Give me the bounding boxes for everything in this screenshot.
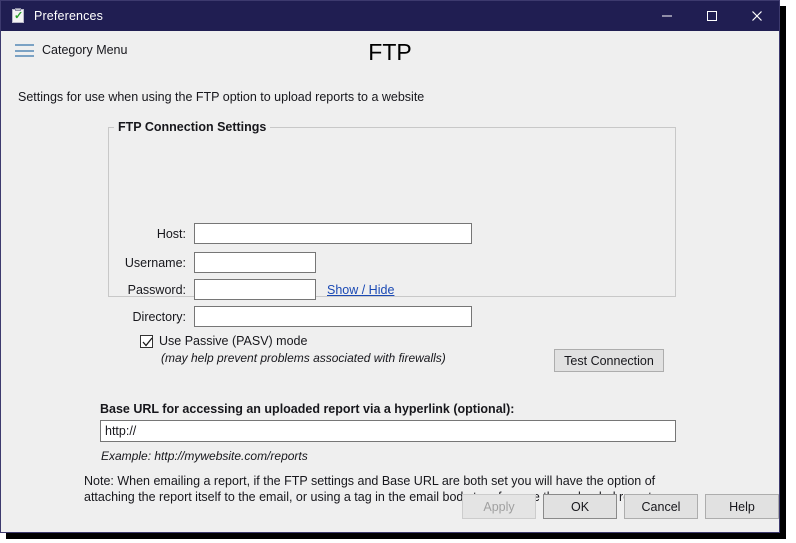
host-label: Host: [156,226,186,241]
ok-button[interactable]: OK [543,494,617,519]
directory-label: Directory: [132,309,186,324]
title-bar: ✓ Preferences [1,1,779,31]
test-connection-button[interactable]: Test Connection [554,349,664,372]
base-url-label: Base URL for accessing an uploaded repor… [100,402,515,416]
password-row: Password: Show / Hide [113,279,394,300]
password-input[interactable] [194,279,316,300]
dialog-content: Settings for use when using the FTP opti… [1,77,779,532]
checkmark-icon [142,337,153,347]
window-controls [644,1,779,31]
host-row: Host: [113,223,472,244]
minimize-button[interactable] [644,1,689,31]
intro-text: Settings for use when using the FTP opti… [18,90,425,104]
passive-mode-checkbox[interactable]: Use Passive (PASV) mode [140,334,307,348]
directory-row: Directory: [113,306,472,327]
username-label: Username: [124,255,186,270]
maximize-button[interactable] [689,1,734,31]
username-input[interactable] [194,252,316,273]
directory-input[interactable] [194,306,472,327]
dialog-header: Category Menu FTP [1,31,779,77]
window-title: Preferences [34,9,104,23]
base-url-input[interactable] [100,420,676,442]
apply-button[interactable]: Apply [462,494,536,519]
cancel-button[interactable]: Cancel [624,494,698,519]
group-legend: FTP Connection Settings [114,120,271,134]
passive-mode-label: Use Passive (PASV) mode [159,334,308,348]
passive-mode-hint: (may help prevent problems associated wi… [161,351,446,365]
close-button[interactable] [734,1,779,31]
page-title: FTP [368,39,412,65]
checkbox-box [140,334,153,348]
username-row: Username: [113,252,316,273]
help-button[interactable]: Help [705,494,779,519]
preferences-window: ✓ Preferences Category Menu FTP Settings… [0,0,780,533]
clipboard-check-icon: ✓ [12,8,24,23]
dialog-footer: Apply OK Cancel Help [1,486,779,532]
base-url-example: Example: http://mywebsite.com/reports [101,449,308,463]
show-hide-password-link[interactable]: Show / Hide [327,283,394,297]
host-input[interactable] [194,223,472,244]
password-label: Password: [127,282,186,297]
